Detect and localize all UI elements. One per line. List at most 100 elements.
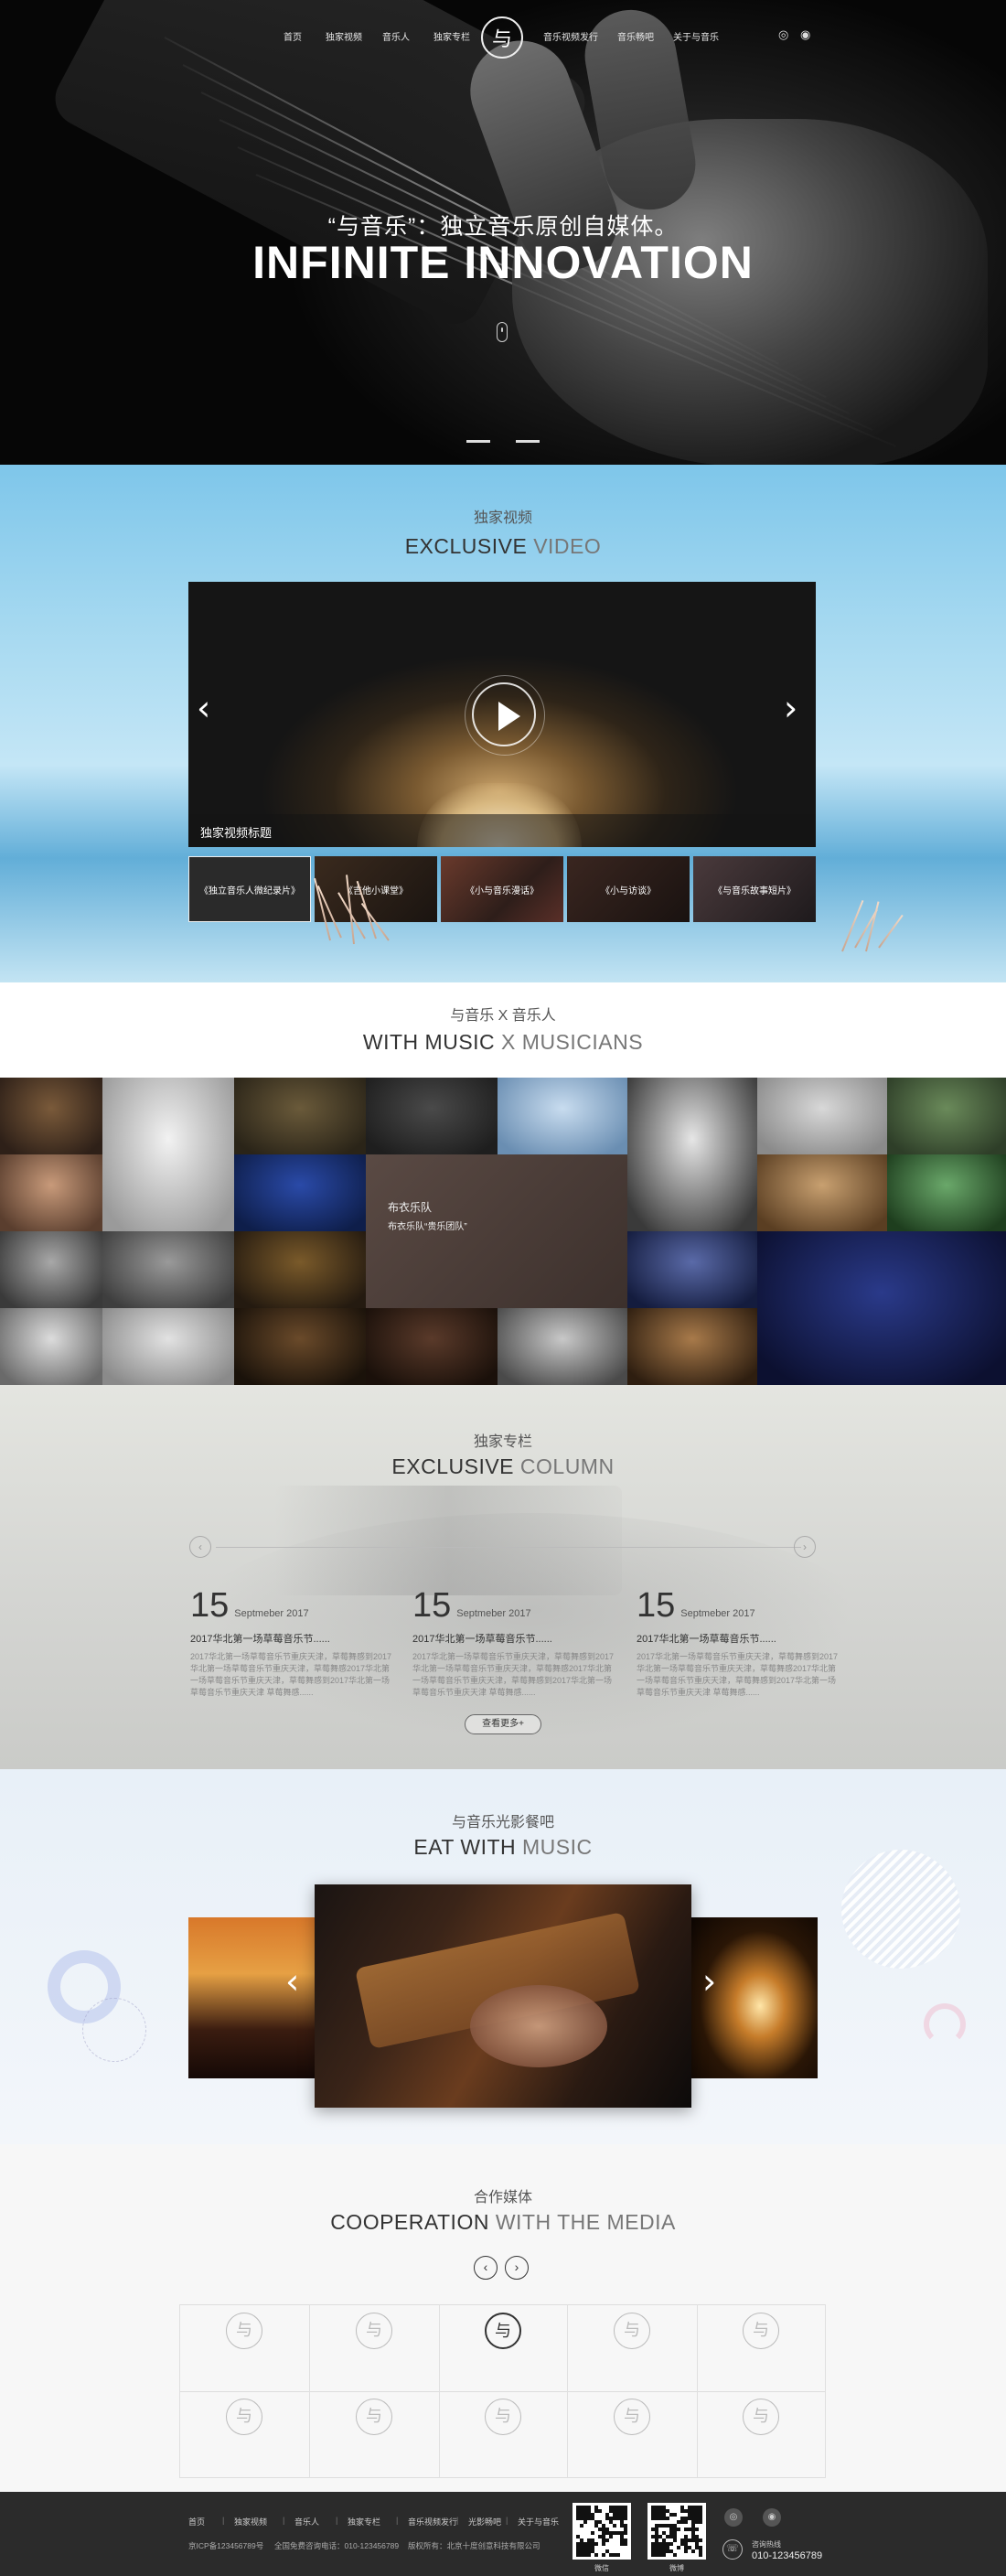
qr-module bbox=[624, 2509, 627, 2513]
carousel-indicator[interactable] bbox=[466, 440, 490, 443]
footer-link[interactable]: 独家专栏 bbox=[348, 2516, 380, 2528]
qr-module bbox=[688, 2509, 691, 2513]
footer-link[interactable]: 音乐人 bbox=[294, 2516, 319, 2528]
qr-module bbox=[580, 2506, 583, 2509]
slide-image-main[interactable] bbox=[315, 1884, 691, 2108]
musician-photo[interactable] bbox=[234, 1154, 366, 1231]
video-thumb[interactable]: 《小与访谈》 bbox=[567, 856, 690, 922]
video-thumb[interactable]: 《小与音乐漫话》 bbox=[441, 856, 563, 922]
media-partner-logo[interactable]: 与 bbox=[485, 2313, 521, 2349]
musician-photo[interactable] bbox=[0, 1231, 102, 1308]
copyright: 版权所有：北京十度创意科技有限公司 bbox=[408, 2541, 540, 2550]
qr-module bbox=[651, 2542, 655, 2546]
wechat-icon[interactable]: ◎ bbox=[778, 27, 788, 42]
nav-item-home[interactable]: 首页 bbox=[284, 29, 302, 43]
news-item[interactable]: 15 Septmeber 2017 2017华北第一场草莓音乐节...... 20… bbox=[412, 1586, 618, 1699]
nav-item-bar[interactable]: 音乐畅吧 bbox=[617, 29, 654, 43]
musician-photo[interactable] bbox=[498, 1078, 627, 1154]
musician-photo[interactable] bbox=[627, 1078, 757, 1231]
nav-item-column[interactable]: 独家专栏 bbox=[433, 29, 470, 43]
qr-module bbox=[684, 2538, 688, 2542]
musician-photo[interactable] bbox=[234, 1308, 366, 1385]
title-en-light: MUSIC bbox=[516, 1835, 593, 1859]
qr-module bbox=[655, 2524, 658, 2528]
carousel-indicator[interactable] bbox=[516, 440, 540, 443]
media-partner-logo[interactable]: 与 bbox=[356, 2399, 392, 2435]
nav-item-video[interactable]: 独家视频 bbox=[326, 29, 362, 43]
qr-module bbox=[591, 2538, 594, 2542]
footer-link[interactable]: 音乐视频发行 bbox=[408, 2516, 457, 2528]
grid-line bbox=[439, 2304, 440, 2478]
news-month: Septmeber 2017 bbox=[456, 1608, 531, 1619]
musician-photo[interactable] bbox=[757, 1078, 887, 1154]
chevron-left-icon[interactable]: ‹ bbox=[285, 1961, 299, 2002]
chevron-right-icon[interactable]: › bbox=[505, 2256, 529, 2280]
news-item[interactable]: 15 Septmeber 2017 2017华北第一场草莓音乐节...... 20… bbox=[190, 1586, 396, 1699]
news-title[interactable]: 2017华北第一场草莓音乐节...... bbox=[412, 1631, 618, 1646]
nav-item-musicians[interactable]: 音乐人 bbox=[382, 29, 410, 43]
media-partner-logo[interactable]: 与 bbox=[743, 2399, 779, 2435]
title-en-light: VIDEO bbox=[527, 534, 602, 558]
media-partner-logo[interactable]: 与 bbox=[356, 2313, 392, 2349]
musician-photo[interactable] bbox=[366, 1308, 498, 1385]
video-player[interactable]: 独家视频标题 bbox=[188, 582, 816, 847]
qr-module bbox=[624, 2531, 627, 2535]
footer-link[interactable]: 关于与音乐 bbox=[518, 2516, 559, 2528]
footer-link[interactable]: 首页 bbox=[188, 2516, 205, 2528]
musician-photo[interactable] bbox=[498, 1308, 627, 1385]
musician-photo[interactable] bbox=[627, 1231, 757, 1308]
chevron-right-icon[interactable]: › bbox=[794, 1536, 816, 1558]
video-thumb[interactable]: 《吉他小课堂》 bbox=[315, 856, 437, 922]
musician-photo[interactable] bbox=[366, 1078, 498, 1154]
qr-module bbox=[669, 2542, 673, 2546]
play-icon[interactable] bbox=[465, 675, 545, 756]
scroll-mouse-icon[interactable] bbox=[497, 322, 508, 342]
musician-photo[interactable] bbox=[0, 1078, 102, 1154]
qr-module bbox=[655, 2513, 658, 2517]
musician-photo[interactable] bbox=[102, 1308, 234, 1385]
musician-photo[interactable] bbox=[102, 1231, 234, 1308]
musician-photo[interactable] bbox=[757, 1154, 887, 1231]
nav-item-about[interactable]: 关于与音乐 bbox=[673, 29, 719, 43]
chevron-left-icon[interactable]: ‹ bbox=[197, 688, 210, 728]
qr-module bbox=[651, 2506, 655, 2509]
wechat-icon[interactable]: ◎ bbox=[724, 2508, 743, 2527]
video-thumb[interactable]: 《与音乐故事短片》 bbox=[693, 856, 816, 922]
musician-photo[interactable] bbox=[0, 1308, 102, 1385]
qr-module bbox=[699, 2549, 702, 2553]
site-logo[interactable]: 与 bbox=[481, 16, 523, 59]
footer-sep: | bbox=[222, 2516, 225, 2525]
musician-photo[interactable] bbox=[627, 1308, 757, 1385]
musician-photo[interactable] bbox=[102, 1078, 234, 1231]
nav-item-release[interactable]: 音乐视频发行 bbox=[543, 29, 598, 43]
news-item[interactable]: 15 Septmeber 2017 2017华北第一场草莓音乐节...... 20… bbox=[637, 1586, 842, 1699]
featured-musician-card[interactable]: 布衣乐队 布衣乐队“贵乐团队” bbox=[366, 1154, 627, 1308]
musician-photo[interactable] bbox=[234, 1078, 366, 1154]
musician-photo[interactable] bbox=[234, 1231, 366, 1308]
news-title[interactable]: 2017华北第一场草莓音乐节...... bbox=[637, 1631, 842, 1646]
media-partner-logo[interactable]: 与 bbox=[614, 2313, 650, 2349]
media-partner-logo[interactable]: 与 bbox=[614, 2399, 650, 2435]
weibo-icon[interactable]: ◉ bbox=[763, 2508, 781, 2527]
musician-photo[interactable] bbox=[0, 1154, 102, 1231]
chevron-left-icon[interactable]: ‹ bbox=[474, 2256, 498, 2280]
footer-link[interactable]: 独家视频 bbox=[234, 2516, 267, 2528]
chevron-right-icon[interactable]: › bbox=[702, 1961, 716, 2002]
media-partner-logo[interactable]: 与 bbox=[485, 2399, 521, 2435]
footer-link[interactable]: 光影畅吧 bbox=[468, 2516, 501, 2528]
media-partner-logo[interactable]: 与 bbox=[226, 2313, 262, 2349]
chevron-left-icon[interactable]: ‹ bbox=[189, 1536, 211, 1558]
qr-module bbox=[669, 2535, 673, 2538]
chevron-right-icon[interactable]: › bbox=[784, 688, 797, 728]
musician-photo[interactable] bbox=[887, 1154, 1006, 1231]
musician-photo[interactable] bbox=[887, 1078, 1006, 1154]
qr-module bbox=[620, 2517, 624, 2520]
media-partner-logo[interactable]: 与 bbox=[743, 2313, 779, 2349]
musician-photo[interactable] bbox=[757, 1231, 1006, 1385]
news-title[interactable]: 2017华北第一场草莓音乐节...... bbox=[190, 1631, 396, 1646]
qr-label: 微博 bbox=[669, 2564, 684, 2572]
media-partner-logo[interactable]: 与 bbox=[226, 2399, 262, 2435]
video-thumb[interactable]: 《独立音乐人微纪录片》 bbox=[188, 856, 311, 922]
view-more-button[interactable]: 查看更多+ bbox=[465, 1714, 541, 1734]
weibo-icon[interactable]: ◉ bbox=[800, 27, 810, 42]
